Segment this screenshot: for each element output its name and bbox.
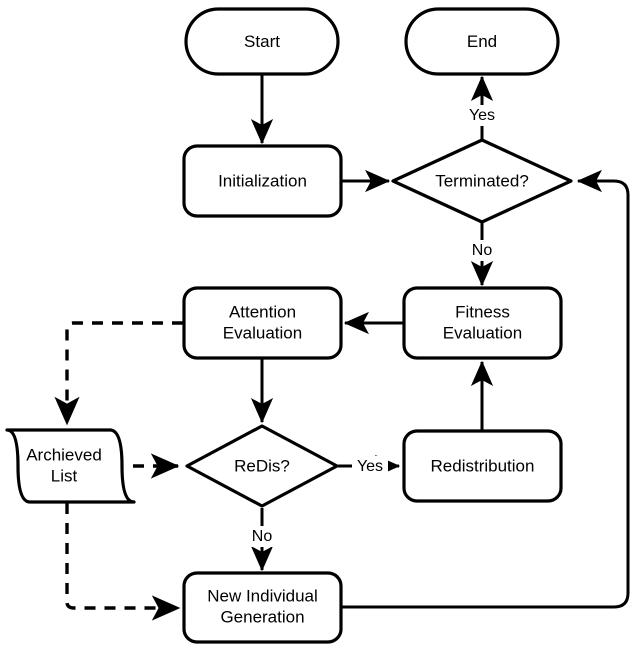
redis-yes-label: Yes [357, 458, 383, 475]
node-archived-list[interactable]: Archieved List [5, 428, 136, 504]
terminated-no-label: No [472, 242, 493, 259]
node-end[interactable]: End [404, 7, 560, 76]
node-terminated[interactable]: Terminated? [391, 138, 573, 224]
archived-list-label-line1: Archieved [26, 445, 102, 464]
start-label: Start [244, 32, 280, 51]
attention-evaluation-label-line2: Evaluation [223, 323, 302, 342]
flowchart-svg: Start End Initialization Terminated? Fit… [5, 7, 630, 644]
edge-label-terminated-no: No [466, 240, 498, 261]
fitness-evaluation-label-line2: Evaluation [443, 323, 522, 342]
new-individual-generation-label-line2: Generation [220, 607, 304, 626]
attention-evaluation-label-line1: Attention [229, 302, 296, 321]
archived-list-label-line2: List [51, 466, 78, 485]
node-redis[interactable]: ReDis? [185, 424, 339, 508]
node-attention-evaluation[interactable]: Attention Evaluation [182, 286, 343, 360]
edge-label-terminated-yes: Yes [464, 105, 500, 126]
end-label: End [467, 32, 497, 51]
terminated-label: Terminated? [435, 171, 529, 190]
redis-label: ReDis? [234, 456, 290, 475]
edge-label-redis-yes: Yes [352, 456, 388, 477]
new-individual-generation-label-line1: New Individual [207, 586, 318, 605]
edge-archived-list-to-new-individual-dashed [65, 503, 181, 621]
redistribution-label: Redistribution [431, 456, 535, 475]
initialization-label: Initialization [218, 171, 307, 190]
redis-no-label: No [252, 528, 273, 545]
edge-attention-to-archived-list-dashed [54, 321, 183, 426]
node-start[interactable]: Start [184, 7, 340, 76]
node-redistribution[interactable]: Redistribution [402, 429, 563, 503]
edge-label-redis-no: No [246, 526, 278, 547]
terminated-yes-label: Yes [469, 107, 495, 124]
node-new-individual-generation[interactable]: New Individual Generation [182, 571, 343, 644]
node-initialization[interactable]: Initialization [182, 144, 343, 218]
node-fitness-evaluation[interactable]: Fitness Evaluation [402, 286, 563, 360]
flowchart-canvas: Start End Initialization Terminated? Fit… [0, 0, 640, 649]
fitness-evaluation-label-line1: Fitness [455, 302, 510, 321]
